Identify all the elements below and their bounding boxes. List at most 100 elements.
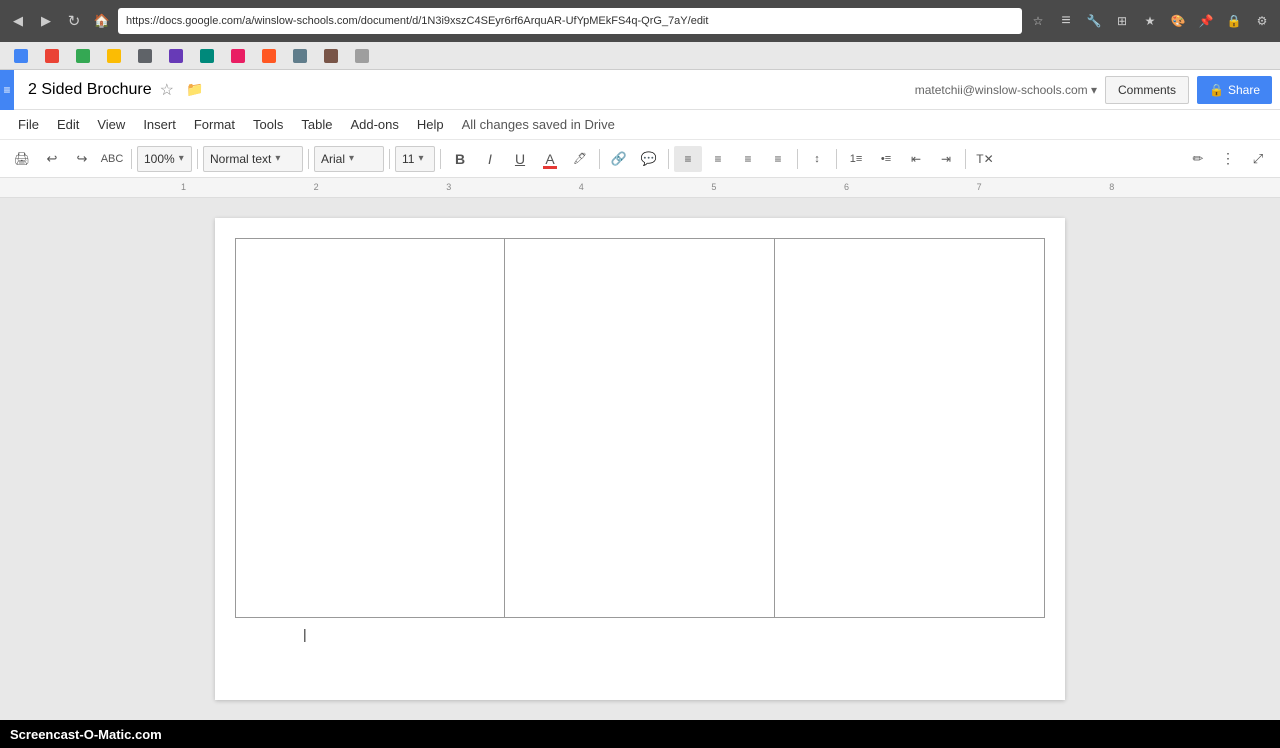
menu-insert[interactable]: Insert <box>135 114 184 135</box>
browser-action-2[interactable]: ★ <box>1138 9 1162 33</box>
doc-page: | <box>215 218 1065 700</box>
browser-menu-btn[interactable]: ≡ <box>1054 9 1078 33</box>
highlight-button[interactable]: 🖊 <box>566 146 594 172</box>
spellcheck-button[interactable]: ABC <box>98 146 126 172</box>
toolbar-sep-10 <box>965 149 966 169</box>
browser-nav-bar: ◀ ▶ ↻ 🏠 https://docs.google.com/a/winslo… <box>0 0 1280 42</box>
color-indicator <box>543 166 557 169</box>
ruler-mark-2: 2 <box>314 182 319 192</box>
docs-app: ≡ 2 Sided Brochure ☆ 📁 matetchii@winslow… <box>0 70 1280 720</box>
edit-mode-button[interactable]: ✏ <box>1184 146 1212 172</box>
bookmark-9[interactable] <box>256 45 285 67</box>
menu-help[interactable]: Help <box>409 114 452 135</box>
redo-button[interactable]: ↪ <box>68 146 96 172</box>
justify-button[interactable]: ≡ <box>764 146 792 172</box>
bookmark-star[interactable]: ☆ <box>1026 9 1050 33</box>
bookmark-10[interactable] <box>287 45 316 67</box>
underline-button[interactable]: U <box>506 146 534 172</box>
expand-button[interactable]: ⤢ <box>1244 146 1272 172</box>
undo-button[interactable]: ↩ <box>38 146 66 172</box>
numbered-list-button[interactable]: 1≡ <box>842 146 870 172</box>
bookmarks-bar <box>0 42 1280 70</box>
align-left-button[interactable]: ≡ <box>674 146 702 172</box>
align-right-button[interactable]: ≡ <box>734 146 762 172</box>
menu-file[interactable]: File <box>10 114 47 135</box>
menu-table[interactable]: Table <box>293 114 340 135</box>
increase-indent-button[interactable]: ⇥ <box>932 146 960 172</box>
watermark-text: Screencast-O-Matic.com <box>10 727 162 742</box>
font-arrow: ▾ <box>349 153 354 164</box>
browser-action-1[interactable]: ⊞ <box>1110 9 1134 33</box>
bold-button[interactable]: B <box>446 146 474 172</box>
comment-button[interactable]: 💬 <box>635 146 663 172</box>
bookmark-8[interactable] <box>225 45 254 67</box>
bookmark-6[interactable] <box>163 45 192 67</box>
print-button[interactable]: 🖨 <box>8 146 36 172</box>
ruler: 1 2 3 4 5 6 7 8 <box>0 178 1280 198</box>
browser-action-6[interactable]: ⚙ <box>1250 9 1274 33</box>
doc-area[interactable]: | <box>0 198 1280 720</box>
menu-view[interactable]: View <box>89 114 133 135</box>
star-icon[interactable]: ☆ <box>160 80 174 100</box>
zoom-value: 100% <box>144 152 175 166</box>
zoom-dropdown[interactable]: 100% ▾ <box>137 146 192 172</box>
bookmark-4[interactable] <box>101 45 130 67</box>
font-dropdown[interactable]: Arial ▾ <box>314 146 384 172</box>
address-bar[interactable]: https://docs.google.com/a/winslow-school… <box>118 8 1022 34</box>
folder-icon[interactable]: 📁 <box>186 81 203 98</box>
home-button[interactable]: 🏠 <box>90 9 114 33</box>
toolbar-sep-3 <box>308 149 309 169</box>
menu-edit[interactable]: Edit <box>49 114 87 135</box>
style-dropdown[interactable]: Normal text ▾ <box>203 146 303 172</box>
bulleted-list-button[interactable]: •≡ <box>872 146 900 172</box>
user-email[interactable]: matetchii@winslow-schools.com ▾ <box>915 83 1097 97</box>
bookmark-2[interactable] <box>39 45 68 67</box>
toolbar-sep-5 <box>440 149 441 169</box>
url-text: https://docs.google.com/a/winslow-school… <box>126 15 1014 27</box>
ruler-mark-1: 1 <box>181 182 186 192</box>
extensions-btn[interactable]: 🔧 <box>1082 9 1106 33</box>
more-options-button[interactable]: ⋮ <box>1214 146 1242 172</box>
toolbar-sep-8 <box>797 149 798 169</box>
font-size-value: 11 <box>402 152 414 166</box>
browser-action-4[interactable]: 📌 <box>1194 9 1218 33</box>
align-center-button[interactable]: ≡ <box>704 146 732 172</box>
share-button[interactable]: 🔒 Share <box>1197 76 1272 104</box>
nav-sidebar[interactable]: ≡ <box>0 70 14 110</box>
forward-button[interactable]: ▶ <box>34 9 58 33</box>
toolbar-sep-4 <box>389 149 390 169</box>
back-button[interactable]: ◀ <box>6 9 30 33</box>
text-cursor-indicator: | <box>303 626 307 642</box>
bookmark-5[interactable] <box>132 45 161 67</box>
zoom-arrow: ▾ <box>179 153 184 164</box>
link-button[interactable]: 🔗 <box>605 146 633 172</box>
menu-tools[interactable]: Tools <box>245 114 291 135</box>
font-value: Arial <box>321 152 345 166</box>
text-color-button[interactable]: A <box>536 146 564 172</box>
decrease-indent-button[interactable]: ⇤ <box>902 146 930 172</box>
clear-formatting-button[interactable]: T✕ <box>971 146 999 172</box>
toolbar-sep-6 <box>599 149 600 169</box>
docs-header: ≡ 2 Sided Brochure ☆ 📁 matetchii@winslow… <box>0 70 1280 110</box>
font-size-dropdown[interactable]: 11 ▾ <box>395 146 435 172</box>
below-table[interactable]: | <box>235 618 1045 638</box>
bookmark-3[interactable] <box>70 45 99 67</box>
line-spacing-button[interactable]: ↕ <box>803 146 831 172</box>
table-cell-2[interactable] <box>505 239 774 618</box>
menu-format[interactable]: Format <box>186 114 243 135</box>
bookmark-12[interactable] <box>349 45 378 67</box>
table-cell-3[interactable] <box>774 239 1044 618</box>
table-cell-1[interactable] <box>236 239 505 618</box>
refresh-button[interactable]: ↻ <box>62 9 86 33</box>
toolbar: 🖨 ↩ ↪ ABC 100% ▾ Normal text ▾ Arial ▾ 1… <box>0 140 1280 178</box>
bookmark-11[interactable] <box>318 45 347 67</box>
browser-action-3[interactable]: 🎨 <box>1166 9 1190 33</box>
browser-action-5[interactable]: 🔒 <box>1222 9 1246 33</box>
italic-button[interactable]: I <box>476 146 504 172</box>
menu-addons[interactable]: Add-ons <box>342 114 406 135</box>
comments-button[interactable]: Comments <box>1105 76 1189 104</box>
bookmark-7[interactable] <box>194 45 223 67</box>
bookmark-1[interactable] <box>8 45 37 67</box>
ruler-inner: 1 2 3 4 5 6 7 8 <box>130 178 1150 197</box>
table-row <box>236 239 1045 618</box>
